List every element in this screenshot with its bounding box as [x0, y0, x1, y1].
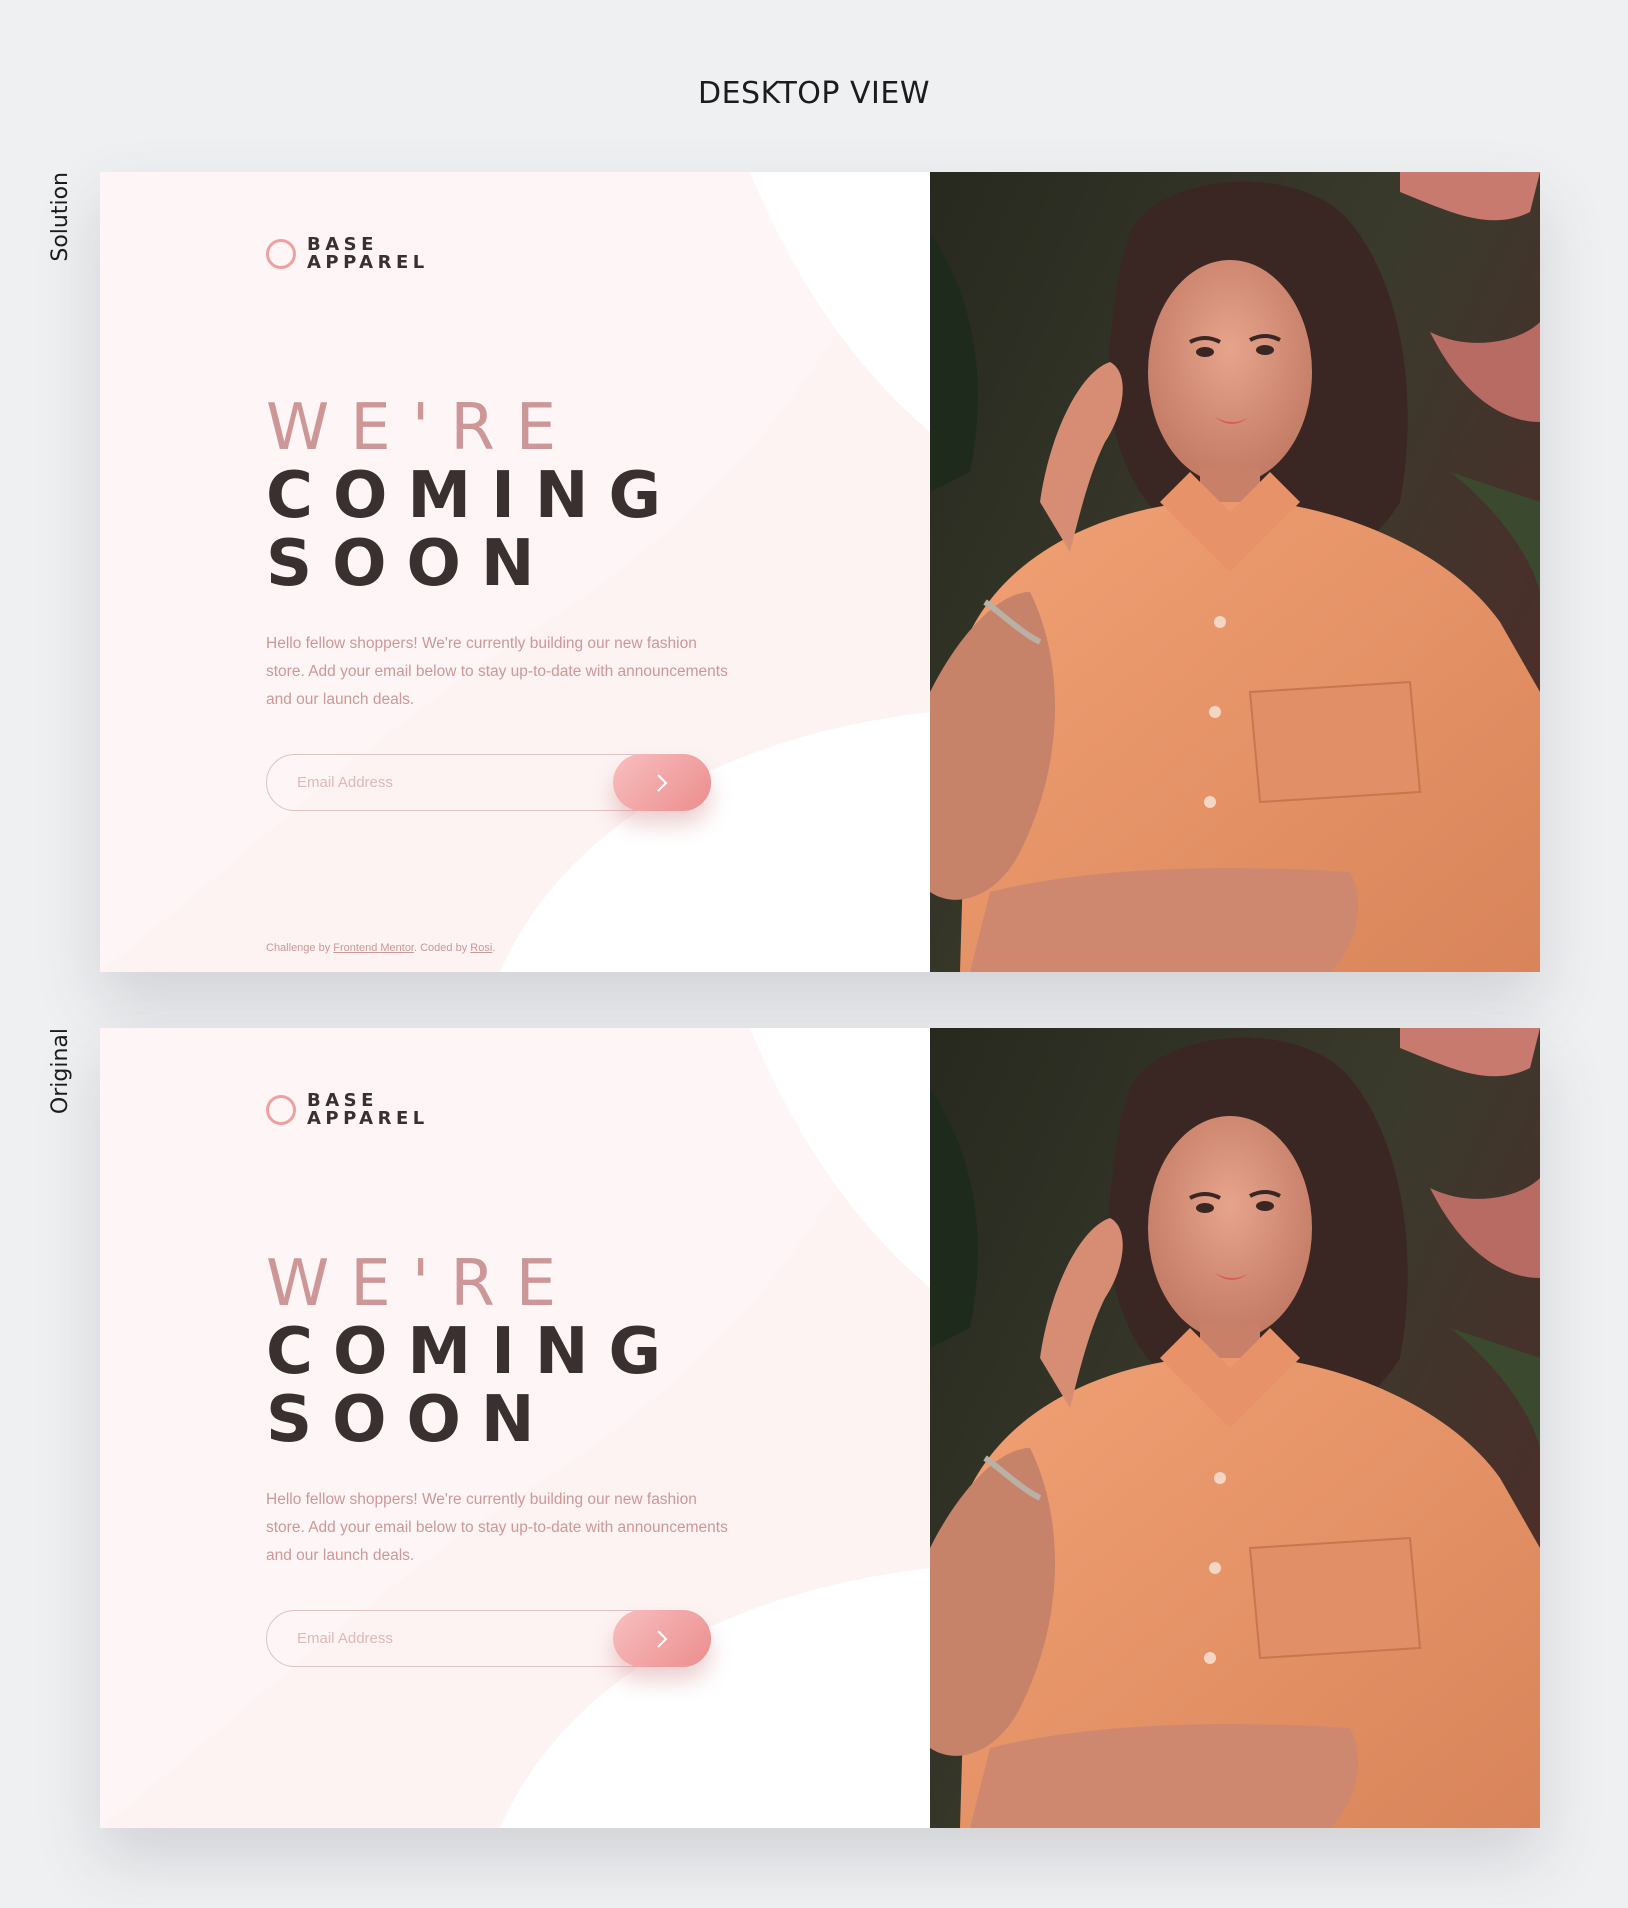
chevron-right-icon	[657, 1629, 668, 1648]
heading-dark-line-1: COMING	[266, 1315, 681, 1389]
heading-light-line: WE'RE	[266, 1247, 578, 1321]
logo-line-apparel: APPAREL	[307, 252, 429, 273]
logo-circle-icon	[266, 239, 296, 269]
description-text: Hello fellow shoppers! We're currently b…	[266, 1491, 728, 1564]
hero-image	[930, 1028, 1540, 1828]
logo-circle-icon	[266, 1095, 296, 1125]
heading-light-line: WE'RE	[266, 391, 578, 465]
hero-left-panel: BASE APPAREL WE'RE COMING SOON Hello fel…	[100, 172, 930, 972]
model-photo-image	[930, 1028, 1540, 1828]
solution-frame: BASE APPAREL WE'RE COMING SOON Hello fel…	[100, 172, 1540, 972]
panel-label-solution: Solution	[48, 172, 73, 262]
panel-label-original: Original	[48, 1028, 73, 1115]
attribution-suffix: .	[492, 942, 496, 954]
view-title: DESKTOP VIEW	[698, 76, 930, 111]
logo-line-apparel: APPAREL	[307, 1108, 429, 1129]
submit-button[interactable]	[613, 754, 711, 811]
frontend-mentor-link[interactable]: Frontend Mentor	[333, 942, 414, 954]
heading-dark-line-1: COMING	[266, 459, 681, 533]
email-signup-form	[266, 754, 711, 811]
heading-dark-line-2: SOON	[266, 527, 555, 601]
hero-left-panel: BASE APPAREL WE'RE COMING SOON Hello fel…	[100, 1028, 930, 1828]
page-heading: WE'RE COMING SOON	[266, 394, 681, 598]
model-photo-image	[930, 172, 1540, 972]
brand-logo[interactable]: BASE APPAREL	[266, 236, 429, 272]
chevron-right-icon	[657, 773, 668, 792]
attribution-prefix: Challenge by	[266, 942, 334, 954]
attribution: Challenge by Frontend Mentor. Coded by R…	[266, 942, 495, 954]
brand-logo[interactable]: BASE APPAREL	[266, 1092, 429, 1128]
page-heading: WE'RE COMING SOON	[266, 1250, 681, 1454]
author-link[interactable]: Rosi	[470, 942, 492, 954]
hero-image	[930, 172, 1540, 972]
description-text: Hello fellow shoppers! We're currently b…	[266, 635, 728, 708]
email-signup-form	[266, 1610, 711, 1667]
attribution-middle: . Coded by	[414, 942, 471, 954]
original-frame: BASE APPAREL WE'RE COMING SOON Hello fel…	[100, 1028, 1540, 1828]
heading-dark-line-2: SOON	[266, 1383, 555, 1457]
submit-button[interactable]	[613, 1610, 711, 1667]
